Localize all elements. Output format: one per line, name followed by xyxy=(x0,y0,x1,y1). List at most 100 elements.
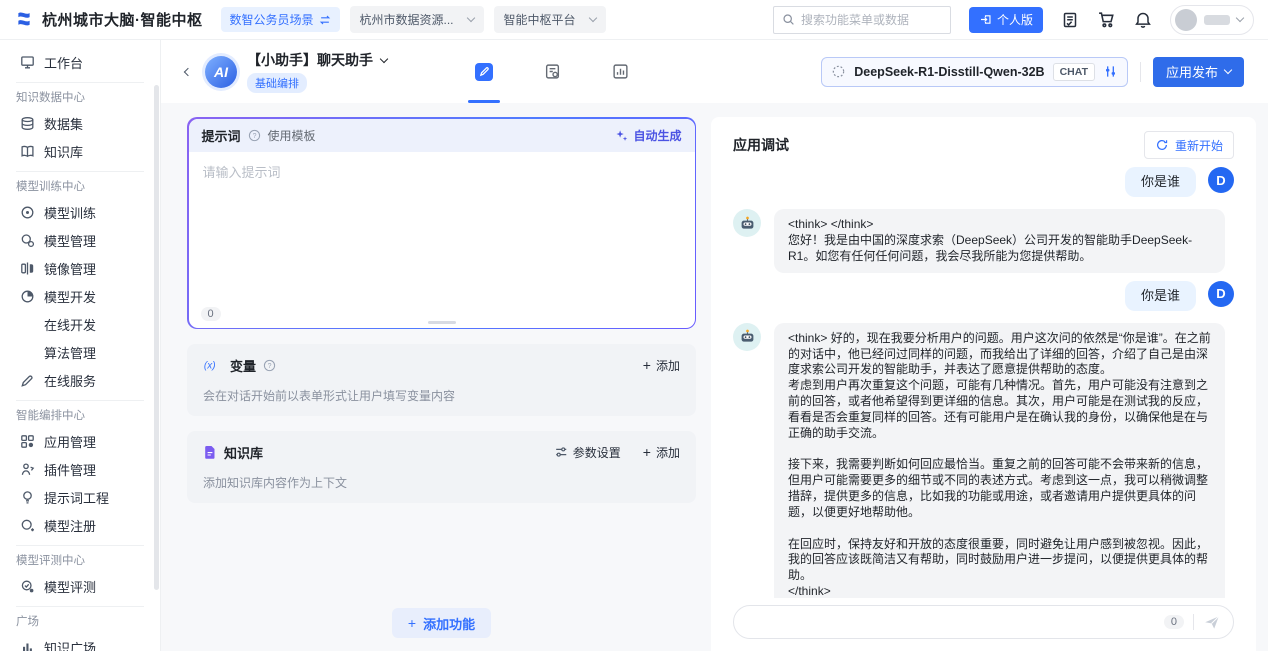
sidebar-item-dataset[interactable]: 数据集 xyxy=(0,109,160,137)
input-char-count: 0 xyxy=(1164,615,1184,629)
model-selector[interactable]: DeepSeek-R1-Disstill-Qwen-32B CHAT xyxy=(821,57,1128,87)
swap-arrows-icon xyxy=(319,14,331,26)
notification-bell-icon[interactable] xyxy=(1134,11,1152,29)
chevron-down-icon xyxy=(466,14,474,22)
chat-input[interactable] xyxy=(746,615,1155,630)
sidebar-item-model-train[interactable]: 模型训练 xyxy=(0,198,160,226)
scene-badge[interactable]: 数智公务员场景 xyxy=(221,7,340,32)
sidebar-scrollbar[interactable] xyxy=(154,85,159,590)
resize-handle[interactable] xyxy=(428,321,456,324)
prompt-char-count: 0 xyxy=(201,307,221,321)
sidebar-item-app-manage[interactable]: 应用管理 xyxy=(0,427,160,455)
sidebar-item-label: 在线开发 xyxy=(44,315,96,334)
divider xyxy=(1193,614,1194,630)
sidebar-item-online-dev[interactable]: 在线开发 xyxy=(0,310,160,338)
search-input[interactable] xyxy=(801,13,942,27)
brand-logo-icon xyxy=(14,10,34,30)
user-avatar: D xyxy=(1208,167,1234,193)
user-account-menu[interactable] xyxy=(1170,5,1254,35)
user-avatar: D xyxy=(1208,281,1234,307)
add-knowledge-button[interactable]: +添加 xyxy=(643,444,680,461)
sidebar-item-label: 应用管理 xyxy=(44,432,96,451)
add-variable-button[interactable]: +添加 xyxy=(643,357,680,374)
page-title: 【小助手】聊天助手 xyxy=(247,50,373,70)
model-mode-badge: CHAT xyxy=(1053,63,1095,81)
sidebar-group-label: 模型评测中心 xyxy=(0,546,160,572)
divider xyxy=(1140,62,1141,82)
chat-message-user: 你是谁 D xyxy=(733,281,1234,311)
assistant-bubble: <think> </think> 您好！我是由中国的深度求索（DeepSeek）… xyxy=(774,209,1225,272)
back-button[interactable] xyxy=(177,61,199,83)
sidebar-group-label: 智能编排中心 xyxy=(0,401,160,427)
sidebar-group-label: 知识数据中心 xyxy=(0,83,160,109)
knowledge-doc-icon xyxy=(203,445,217,460)
app-header: AI 【小助手】聊天助手 基础编排 xyxy=(161,40,1268,103)
restart-button[interactable]: 重新开始 xyxy=(1144,131,1234,159)
param-settings-button[interactable]: 参数设置 xyxy=(554,444,621,461)
knowledge-base-icon xyxy=(20,144,35,159)
sidebar-item-knowledge-base[interactable]: 知识库 xyxy=(0,137,160,165)
workbench-icon xyxy=(20,55,35,70)
user-bubble: 你是谁 xyxy=(1125,167,1196,197)
sidebar-item-model-dev[interactable]: 模型开发 xyxy=(0,282,160,310)
tab-statistics[interactable] xyxy=(603,40,637,103)
orchestration-column: 提示词 ? 使用模板 自动生成 0 xyxy=(187,117,696,651)
add-feature-button[interactable]: + 添加功能 xyxy=(392,608,491,638)
sliders-icon xyxy=(554,445,568,459)
use-template-link[interactable]: 使用模板 xyxy=(268,127,316,144)
config-doc-icon xyxy=(544,63,561,80)
global-search[interactable] xyxy=(773,6,951,34)
chat-messages: 你是谁 D <think> </think> 您好！我是由中国的深度求索（Dee… xyxy=(733,159,1234,598)
chat-message-assistant: <think> </think> 您好！我是由中国的深度求索（DeepSeek）… xyxy=(733,209,1234,272)
tab-config[interactable] xyxy=(535,40,569,103)
sidebar-item-label: 镜像管理 xyxy=(44,259,96,278)
platform-select[interactable]: 智能中枢平台 xyxy=(494,6,606,33)
help-icon[interactable]: ? xyxy=(248,129,261,142)
prompt-card-border: 提示词 ? 使用模板 自动生成 0 xyxy=(187,117,696,329)
sidebar-item-model-register[interactable]: 模型注册 xyxy=(0,511,160,539)
prompt-engineering-icon xyxy=(20,490,35,505)
sidebar-group-label: 广场 xyxy=(0,607,160,633)
publish-button[interactable]: 应用发布 xyxy=(1153,57,1244,87)
model-params-icon[interactable] xyxy=(1103,64,1118,79)
sidebar-item-online-service[interactable]: 在线服务 xyxy=(0,366,160,394)
image-manage-icon xyxy=(20,261,35,276)
sidebar-item-label: 知识广场 xyxy=(44,638,96,651)
help-icon[interactable]: ? xyxy=(263,359,276,372)
prompt-input[interactable] xyxy=(189,152,695,328)
tab-orchestrate[interactable] xyxy=(467,40,501,103)
statistics-icon xyxy=(612,63,629,80)
sidebar-item-knowledge-plaza[interactable]: 知识广场 xyxy=(0,633,160,651)
sidebar-item-model-eval[interactable]: 模型评测 xyxy=(0,572,160,600)
enter-icon xyxy=(979,13,992,26)
sidebar-item-label: 知识库 xyxy=(44,142,83,161)
sidebar-item-image-manage[interactable]: 镜像管理 xyxy=(0,254,160,282)
sidebar-item-plugin-manage[interactable]: 插件管理 xyxy=(0,455,160,483)
shopping-cart-icon[interactable] xyxy=(1097,10,1116,29)
sidebar-item-label: 工作台 xyxy=(44,53,83,72)
orchestration-badge: 基础编排 xyxy=(247,73,307,93)
chevron-down-icon xyxy=(1224,66,1232,74)
knowledge-panel: 知识库 参数设置 +添加 添加知识库内容作为上下文 xyxy=(187,431,696,503)
online-service-icon xyxy=(20,373,35,388)
user-bubble: 你是谁 xyxy=(1125,281,1196,311)
sidebar-item-label: 提示词工程 xyxy=(44,488,109,507)
sidebar-item-label: 数据集 xyxy=(44,114,83,133)
sidebar-item-label: 算法管理 xyxy=(44,343,96,362)
sidebar-item-label: 在线服务 xyxy=(44,371,96,390)
topbar: 杭州城市大脑·智能中枢 数智公务员场景 杭州市数据资源... 智能中枢平台 个人… xyxy=(0,0,1268,40)
variables-title: 变量 xyxy=(230,356,256,375)
sidebar-item-model-manage[interactable]: 模型管理 xyxy=(0,226,160,254)
auto-generate-button[interactable]: 自动生成 xyxy=(615,127,681,144)
app-manage-icon xyxy=(20,434,35,449)
personal-version-button[interactable]: 个人版 xyxy=(969,7,1043,33)
sidebar-item-workbench[interactable]: 工作台 xyxy=(0,48,160,76)
debug-panel: 应用调试 重新开始 你是谁 D <think> xyxy=(711,117,1256,651)
order-list-icon[interactable] xyxy=(1061,11,1079,29)
username-redacted xyxy=(1204,15,1230,25)
sidebar-item-prompt-engineering[interactable]: 提示词工程 xyxy=(0,483,160,511)
app-title-dropdown[interactable]: 【小助手】聊天助手 xyxy=(247,50,387,70)
sidebar-item-algorithm-manage[interactable]: 算法管理 xyxy=(0,338,160,366)
org-select[interactable]: 杭州市数据资源... xyxy=(350,6,484,33)
send-icon[interactable] xyxy=(1203,613,1221,631)
